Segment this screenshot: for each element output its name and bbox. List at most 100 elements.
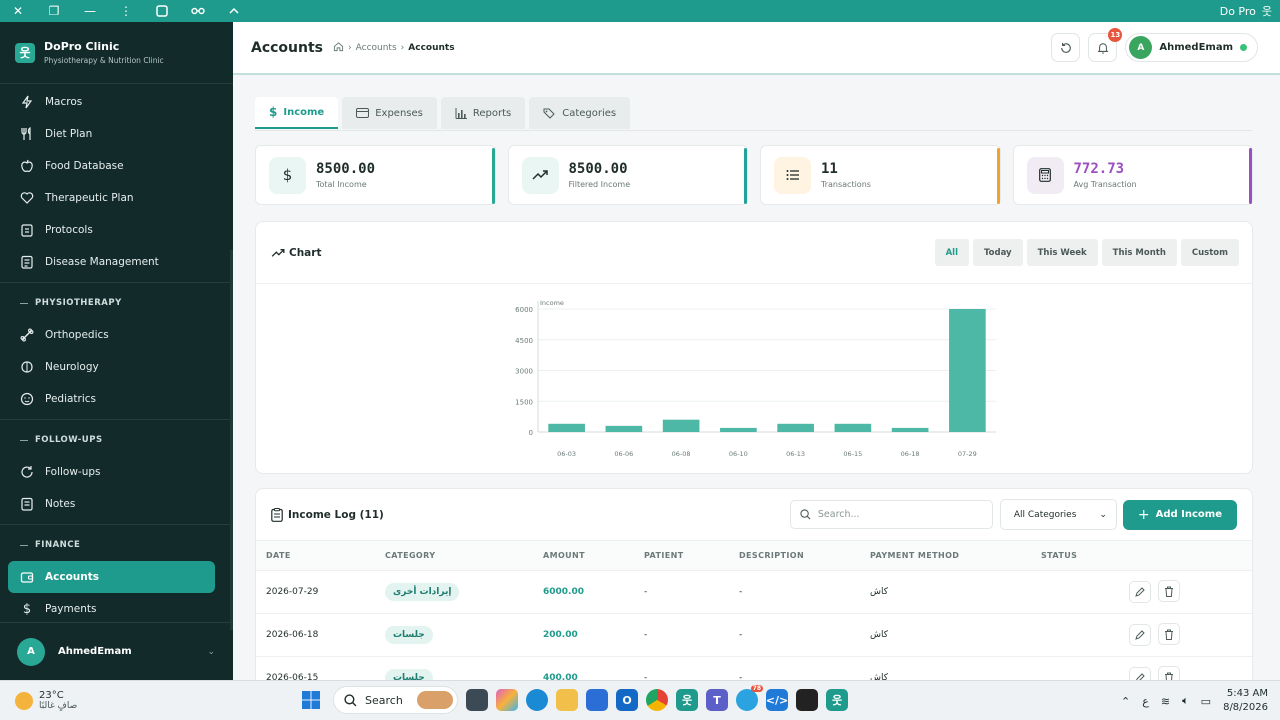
calculator-icon	[1026, 156, 1064, 194]
list-icon	[774, 156, 811, 194]
search-input[interactable]: Search...	[789, 500, 993, 529]
sidebar-item-disease-management[interactable]: Disease Management	[0, 246, 233, 278]
sidebar-item-neurology[interactable]: Neurology	[0, 351, 233, 383]
trash-icon	[1164, 629, 1173, 640]
volume-icon[interactable]: 🔈︎	[1182, 694, 1189, 708]
x-tick-label: 06-06	[614, 450, 633, 458]
stat-filtered-income: 8500.00 Filtered Income	[507, 145, 748, 205]
dopro-app-icon[interactable]: 웃	[676, 689, 698, 711]
column-header[interactable]: CATEGORY	[375, 541, 533, 571]
dollar-icon: $	[269, 156, 306, 194]
cell-status	[1031, 570, 1119, 614]
sidebar-user[interactable]: A AhmedEmam ⌄	[0, 622, 233, 680]
weather-widget[interactable]: 23°C صافٍ غالبًا	[15, 690, 77, 711]
clock[interactable]: 5:43 AM 8/8/2026	[1223, 687, 1268, 715]
column-header[interactable]: DESCRIPTION	[729, 541, 860, 571]
sidebar-item-protocols[interactable]: Protocols	[0, 214, 233, 246]
sidebar-item-orthopedics[interactable]: Orthopedics	[0, 319, 233, 351]
task-view-icon[interactable]	[466, 689, 488, 711]
profile-menu[interactable]: A AhmedEmam	[1125, 33, 1258, 62]
battery-icon[interactable]: ▭	[1201, 695, 1211, 708]
sidebar-item-notes[interactable]: Notes	[0, 488, 233, 520]
sidebar-item-pediatrics[interactable]: Pediatrics	[0, 383, 233, 415]
extension-icon[interactable]	[144, 0, 180, 22]
tab-label: Reports	[472, 107, 512, 119]
notifications-button[interactable]: 13	[1088, 28, 1123, 62]
sidebar-item-follow-ups[interactable]: Follow-ups	[0, 456, 233, 488]
sidebar-item-diet-plan[interactable]: Diet Plan	[0, 118, 233, 150]
chevron-up-icon[interactable]: ⌃	[1121, 695, 1130, 708]
section-label: PHYSIOTHERAPY	[35, 298, 122, 308]
column-header[interactable]: PAYMENT METHOD	[860, 541, 1031, 571]
sidebar-item-macros[interactable]: Macros	[0, 86, 233, 118]
edge-icon[interactable]	[526, 689, 548, 711]
tab-reports[interactable]: Reports	[440, 97, 526, 129]
tab-income[interactable]: $ Income	[255, 97, 339, 129]
pencil-icon	[1135, 630, 1145, 640]
vscode-icon[interactable]: </>	[766, 689, 788, 711]
windows-start-icon[interactable]	[297, 686, 325, 714]
delete-button[interactable]	[1157, 666, 1180, 680]
restore-icon[interactable]: ❐	[36, 0, 72, 22]
refresh-button[interactable]	[1051, 33, 1081, 62]
stat-label: Avg Transaction	[1073, 180, 1137, 189]
column-header[interactable]: AMOUNT	[533, 541, 634, 571]
telegram-icon[interactable]: 78	[736, 685, 763, 711]
chevron-down-icon[interactable]: ⌄	[207, 647, 215, 657]
glasses-icon[interactable]	[180, 0, 216, 22]
terminal-icon[interactable]	[796, 689, 818, 711]
column-header[interactable]: PATIENT	[634, 541, 729, 571]
copilot-icon[interactable]	[496, 689, 518, 711]
sidebar-item-therapeutic-plan[interactable]: Therapeutic Plan	[0, 182, 233, 214]
sidebar-item-accounts[interactable]: Accounts	[8, 561, 215, 593]
x-tick-label: 06-13	[786, 450, 805, 458]
brand[interactable]: 웃 DoPro Clinic Physiotherapy & Nutrition…	[0, 22, 233, 84]
taskbar-search[interactable]: Search	[333, 686, 458, 714]
chrome-icon[interactable]	[646, 689, 668, 711]
filter-custom[interactable]: Custom	[1180, 239, 1239, 266]
trend-up-icon	[271, 248, 285, 257]
sidebar-item-food-database[interactable]: Food Database	[0, 150, 233, 182]
filter-today[interactable]: Today	[972, 239, 1023, 266]
edit-button[interactable]	[1129, 623, 1151, 646]
dollar-icon: $	[22, 601, 32, 617]
column-header[interactable]: DATE	[256, 541, 375, 571]
edit-button[interactable]	[1129, 666, 1151, 680]
store-icon[interactable]	[586, 689, 608, 711]
weather-desc: صافٍ غالبًا	[39, 701, 78, 711]
stat-accent-bar	[1249, 148, 1252, 204]
filter-this-month[interactable]: This Month	[1101, 239, 1177, 266]
delete-button[interactable]	[1157, 623, 1180, 646]
file-explorer-icon[interactable]	[556, 689, 578, 711]
chevron-up-icon[interactable]	[216, 0, 252, 22]
add-income-button[interactable]: + Add Income	[1122, 499, 1237, 530]
home-icon[interactable]	[333, 41, 344, 55]
chart-header: Chart All Today This Week This Month Cus…	[256, 222, 1252, 284]
outlook-icon[interactable]: O	[616, 689, 638, 711]
divider	[0, 524, 233, 525]
tab-expenses[interactable]: Expenses	[342, 97, 437, 129]
clipboard-icon	[18, 221, 36, 239]
category-select[interactable]: All Categories ⌄	[999, 499, 1117, 530]
wifi-icon[interactable]: ≋	[1161, 695, 1170, 708]
filter-this-week[interactable]: This Week	[1026, 239, 1098, 266]
chart-bar	[949, 309, 986, 432]
filter-all[interactable]: All	[934, 239, 969, 266]
x-tick-label: 06-08	[672, 450, 691, 458]
minimize-icon[interactable]: —	[72, 0, 108, 22]
header-actions: 13 A AhmedEmam	[1051, 28, 1258, 62]
close-icon[interactable]: ✕	[0, 0, 36, 22]
teams-icon[interactable]: T	[706, 689, 728, 711]
breadcrumb-link[interactable]: Accounts	[356, 43, 397, 53]
edit-button[interactable]	[1129, 580, 1151, 603]
sidebar-item-payments[interactable]: $ Payments	[0, 593, 233, 625]
language-indicator[interactable]: ع	[1142, 695, 1149, 708]
table-row: 2026-07-29 إيرادات أخرى 6000.00 - - كاش	[256, 570, 1252, 614]
dopro-active-icon[interactable]: 웃	[826, 689, 848, 711]
tab-categories[interactable]: Categories	[529, 97, 631, 129]
delete-button[interactable]	[1157, 580, 1180, 603]
more-vertical-icon[interactable]: ⋮	[108, 0, 144, 22]
stat-value: 772.73	[1073, 161, 1125, 177]
column-header[interactable]: STATUS	[1031, 541, 1119, 571]
notes-icon	[18, 495, 36, 513]
